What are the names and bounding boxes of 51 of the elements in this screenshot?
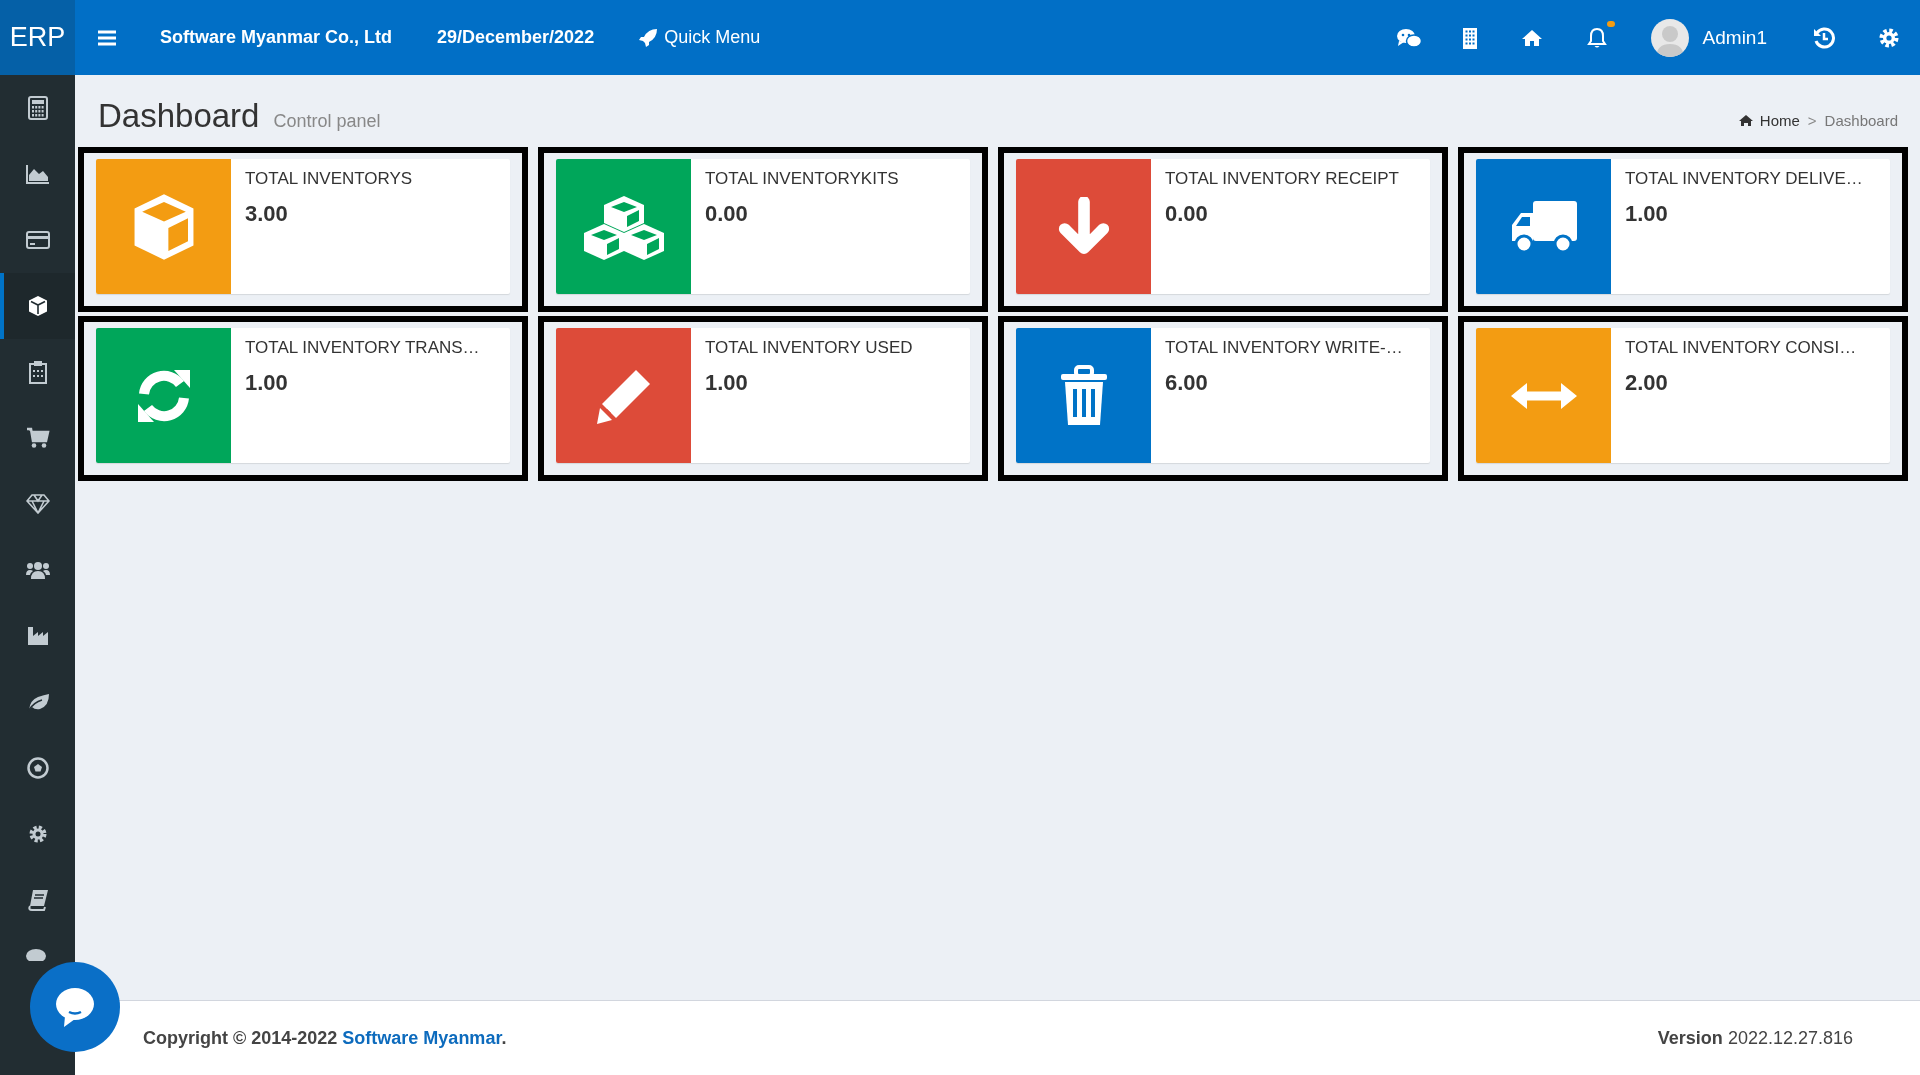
settings-icon[interactable]	[1878, 26, 1900, 49]
speech-bubble-icon	[53, 986, 97, 1028]
tile-value: 2.00	[1625, 370, 1669, 396]
tile-title: TOTAL INVENTORY DELIVE…	[1625, 169, 1863, 189]
tile-value: 1.00	[705, 370, 749, 396]
tile-value: 6.00	[1165, 370, 1209, 396]
tile-title: TOTAL INVENTORY USED	[705, 338, 913, 358]
breadcrumb-separator: >	[1807, 112, 1817, 129]
chat-bubbles-icon[interactable]	[1395, 26, 1422, 49]
tile-title: TOTAL INVENTORYS	[245, 169, 413, 189]
cubes-icon	[581, 193, 666, 260]
avatar	[1650, 18, 1689, 57]
sidebar-item[interactable]	[0, 273, 75, 339]
tile-title: TOTAL INVENTORY RECEIPT	[1165, 169, 1399, 189]
factory-icon	[26, 626, 49, 646]
tile-title: TOTAL INVENTORYKITS	[705, 169, 899, 189]
trash-icon	[1058, 364, 1109, 427]
cube-icon	[27, 295, 48, 317]
company-name: Software Myanmar Co., Ltd	[160, 27, 393, 48]
version-text: Version 2022.12.27.816	[1657, 1027, 1853, 1049]
company-link[interactable]: Software Myanmar	[342, 1027, 502, 1048]
tile-value: 1.00	[245, 370, 289, 396]
cart-icon	[25, 427, 50, 449]
home-icon[interactable]	[1520, 28, 1543, 47]
tile-value: 1.00	[1625, 201, 1669, 227]
history-icon[interactable]	[1813, 26, 1835, 49]
erp-logo[interactable]: ERP	[0, 0, 75, 75]
diamond-icon	[25, 494, 50, 514]
menu-icon[interactable]	[97, 29, 117, 46]
tile-title: TOTAL INVENTORY WRITE-…	[1165, 338, 1403, 358]
book-icon	[26, 889, 49, 911]
tile-title: TOTAL INVENTORY CONSI…	[1625, 338, 1857, 358]
calculator-icon	[27, 96, 48, 120]
page-subtitle: Control panel	[273, 111, 381, 132]
tile-value: 0.00	[705, 201, 749, 227]
tile-value: 3.00	[245, 201, 289, 227]
breadcrumb-home-link[interactable]: Home	[1737, 112, 1800, 129]
quick-menu-link[interactable]: Quick Menu	[638, 27, 761, 48]
copyright-text: Copyright © 2014-2022 Software Myanmar.	[143, 1027, 507, 1049]
user-menu[interactable]: Admin1	[1650, 18, 1767, 57]
credit-card-icon	[25, 231, 50, 249]
breadcrumb-current: Dashboard	[1824, 112, 1898, 129]
rocket-icon	[638, 27, 659, 48]
current-date: 29/December/2022	[437, 27, 595, 48]
area-chart-icon	[25, 164, 50, 184]
home-icon	[1737, 114, 1754, 127]
bell-icon[interactable]	[1586, 26, 1607, 49]
tile-title: TOTAL INVENTORY TRANS…	[245, 338, 480, 358]
page-title: Dashboard	[98, 97, 260, 135]
users-icon	[24, 560, 51, 580]
tile-value: 0.00	[1165, 201, 1209, 227]
